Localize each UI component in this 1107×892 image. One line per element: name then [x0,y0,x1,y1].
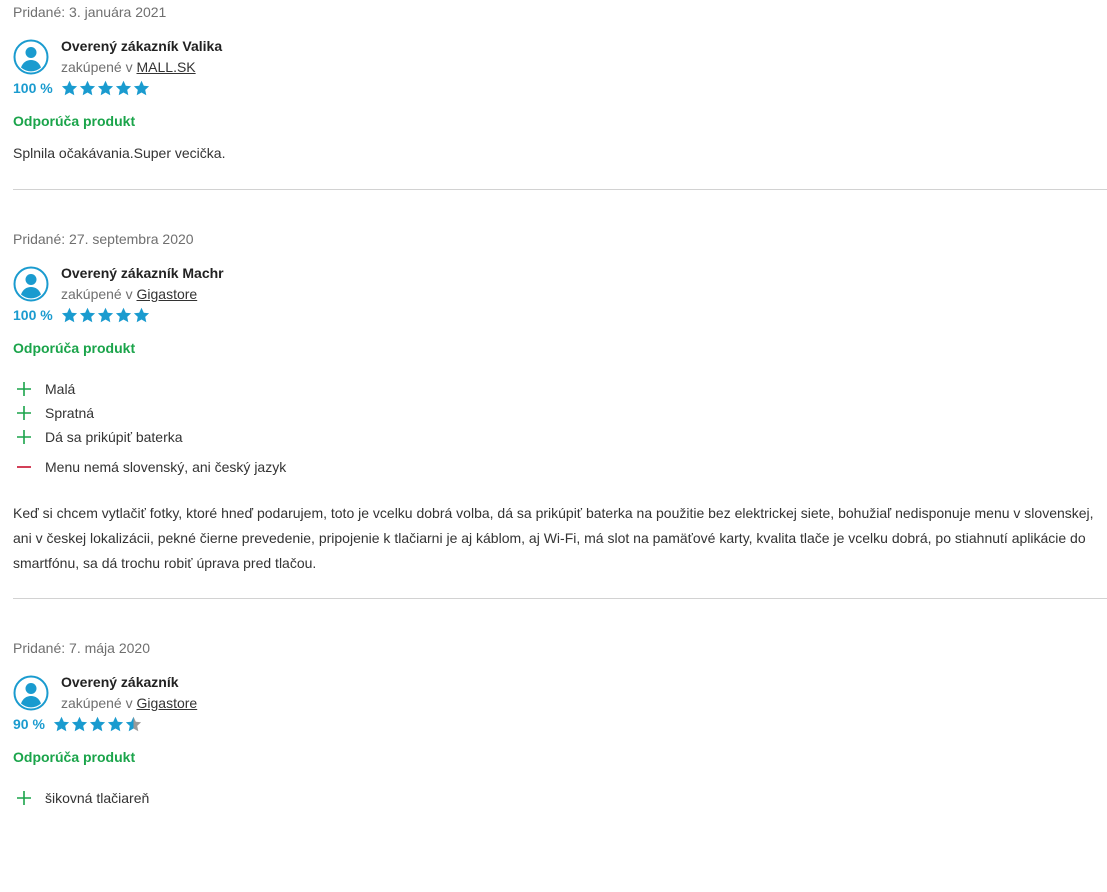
rating-percent: 90 % [13,716,45,732]
purchase-source: zakúpené v MALL.SK [61,58,196,76]
review-item: Pridané: 3. januára 2021 Overený zákazní… [13,0,1107,166]
rating: 90 % [13,714,1107,734]
con-text: Menu nemá slovenský, ani český jazyk [45,459,287,475]
pros-list: šikovná tlačiareň [13,786,1107,810]
star-half-icon [125,716,142,732]
purchase-source: zakúpené v Gigastore [61,694,197,712]
minus-icon [17,466,31,468]
star-full-icon [107,716,124,732]
star-full-icon [61,307,78,323]
rating-stars [61,80,151,96]
plus-icon [17,382,31,396]
recommend-label: Odporúča produkt [13,340,136,356]
user-avatar-icon [13,675,49,711]
pro-text: Spratná [45,405,95,421]
review-text: Keď si chcem vytlačiť fotky, ktoré hneď … [13,505,1094,571]
star-full-icon [133,307,150,323]
star-full-icon [79,307,96,323]
star-full-icon [61,80,78,96]
star-full-icon [79,80,96,96]
plus-icon [17,791,31,805]
store-link[interactable]: Gigastore [137,286,198,302]
review-date: Pridané: 3. januára 2021 [13,4,167,20]
pro-text: Dá sa prikúpiť baterka [45,429,183,445]
pro-item: Dá sa prikúpiť baterka [13,425,1107,449]
rating: 100 % [13,305,1107,325]
user-avatar-icon [13,39,49,75]
star-full-icon [115,80,132,96]
author-name: Overený zákazník Valika [61,38,223,54]
store-link[interactable]: Gigastore [137,695,198,711]
review-text: Splnila očakávania.Super vecička. [13,145,226,161]
star-full-icon [71,716,88,732]
cons-list: Menu nemá slovenský, ani český jazyk [13,455,1107,479]
pros-list: Malá Spratná Dá sa prikúpiť baterka [13,377,1107,449]
author-name: Overený zákazník Machr [61,265,224,281]
review-item: Pridané: 27. septembra 2020 Overený záka… [13,190,1107,576]
pro-text: Malá [45,381,76,397]
recommend-label: Odporúča produkt [13,749,136,765]
review-author: Overený zákazník zakúpené v Gigastore [13,673,1107,715]
purchase-prefix: zakúpené v [61,695,137,711]
pro-item: šikovná tlačiareň [13,786,1107,810]
star-full-icon [97,307,114,323]
pro-item: Spratná [13,401,1107,425]
purchase-source: zakúpené v Gigastore [61,285,197,303]
con-item: Menu nemá slovenský, ani český jazyk [13,455,1107,479]
star-full-icon [133,80,150,96]
rating-stars [61,307,151,323]
rating-percent: 100 % [13,307,53,323]
pro-text: šikovná tlačiareň [45,790,150,806]
rating: 100 % [13,78,1107,98]
store-link[interactable]: MALL.SK [137,59,196,75]
plus-icon [17,406,31,420]
author-name: Overený zákazník [61,674,179,690]
review-item: Pridané: 7. mája 2020 Overený zákazník z… [13,599,1107,810]
reviews-list: Pridané: 3. januára 2021 Overený zákazní… [13,0,1107,810]
recommend-label: Odporúča produkt [13,113,136,129]
star-full-icon [115,307,132,323]
review-date: Pridané: 7. mája 2020 [13,640,150,656]
purchase-prefix: zakúpené v [61,286,137,302]
purchase-prefix: zakúpené v [61,59,137,75]
star-full-icon [97,80,114,96]
star-full-icon [89,716,106,732]
plus-icon [17,430,31,444]
review-date: Pridané: 27. septembra 2020 [13,231,194,247]
rating-percent: 100 % [13,80,53,96]
review-author: Overený zákazník Valika zakúpené v MALL.… [13,37,1107,79]
user-avatar-icon [13,266,49,302]
rating-stars [53,716,143,732]
pro-item: Malá [13,377,1107,401]
star-full-icon [53,716,70,732]
review-author: Overený zákazník Machr zakúpené v Gigast… [13,264,1107,306]
